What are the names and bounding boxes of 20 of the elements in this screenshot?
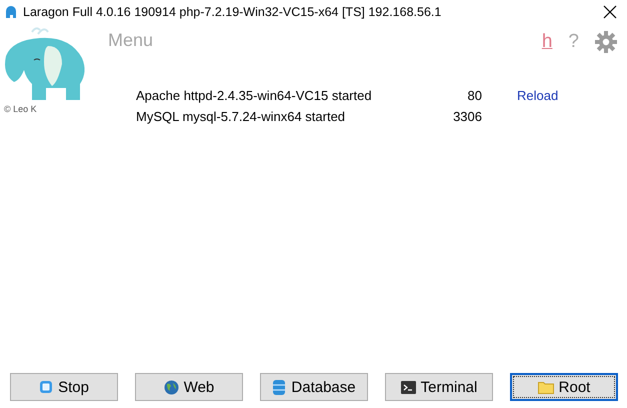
port-number: 80: [466, 88, 482, 103]
terminal-button[interactable]: Terminal: [385, 373, 493, 401]
close-icon[interactable]: [603, 5, 617, 19]
stop-button[interactable]: Stop: [10, 373, 118, 401]
folder-icon: [538, 380, 554, 394]
terminal-icon: [400, 380, 416, 394]
service-status: MySQL mysql-5.7.24-winx64 started: [136, 109, 346, 124]
stop-icon: [39, 380, 54, 394]
service-status: Apache httpd-2.4.35-win64-VC15 started: [136, 88, 373, 103]
database-button[interactable]: Database: [260, 373, 368, 401]
web-button[interactable]: Web: [135, 373, 243, 401]
window-title: Laragon Full 4.0.16 190914 php-7.2.19-Win32-VC15-x64 [TS] 192.168.56.1: [23, 5, 442, 19]
globe-icon: [164, 380, 179, 394]
reload-link[interactable]: Reload: [517, 88, 573, 103]
folder-button[interactable]: Root: [510, 373, 618, 401]
copyright-text: © Leo K: [4, 104, 38, 114]
settings-icon[interactable]: [595, 31, 617, 53]
elephant-icon: [4, 5, 18, 19]
database-icon: [272, 378, 286, 396]
port-number: 3306: [452, 109, 482, 124]
